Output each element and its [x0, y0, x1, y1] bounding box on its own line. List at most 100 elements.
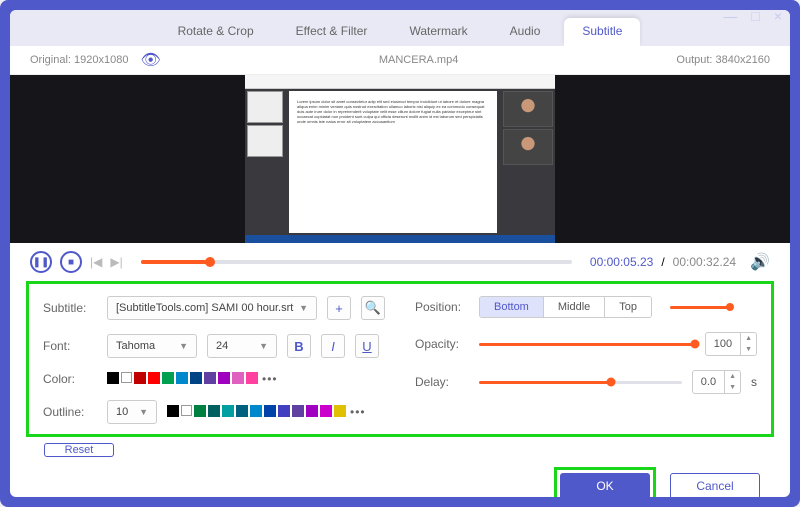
info-bar: Original: 1920x1080 👁 MANCERA.mp4 Output… [10, 46, 790, 75]
chevron-down-icon: ▼ [139, 407, 148, 417]
chevron-down-icon: ▼ [259, 341, 268, 351]
stepper-down-icon[interactable]: ▼ [741, 344, 756, 355]
color-swatch[interactable] [306, 405, 318, 417]
subtitle-label: Subtitle: [43, 301, 97, 315]
color-swatch[interactable] [148, 372, 160, 384]
subtitle-settings-panel: Subtitle: [SubtitleTools.com] SAMI 00 ho… [26, 281, 774, 437]
color-swatch[interactable] [236, 405, 248, 417]
tab-subtitle[interactable]: Subtitle [564, 18, 640, 46]
subtitle-file-dropdown[interactable]: [SubtitleTools.com] SAMI 00 hour.srt▼ [107, 296, 317, 320]
font-name-dropdown[interactable]: Tahoma ▼ [107, 334, 197, 358]
timeline-slider[interactable] [141, 260, 572, 264]
next-frame-button[interactable]: ▶| [110, 255, 122, 269]
filename-label: MANCERA.mp4 [161, 54, 677, 66]
color-swatch[interactable] [218, 372, 230, 384]
color-swatch[interactable] [264, 405, 276, 417]
delay-label: Delay: [415, 375, 469, 389]
font-name-value: Tahoma [116, 340, 155, 352]
output-label: Output: [676, 54, 712, 66]
tab-watermark[interactable]: Watermark [391, 18, 485, 46]
original-label: Original: [30, 54, 71, 66]
dialog-content: Rotate & Crop Effect & Filter Watermark … [10, 10, 790, 497]
chevron-down-icon: ▼ [179, 341, 188, 351]
bold-button[interactable]: B [287, 334, 311, 358]
color-swatch[interactable] [320, 405, 332, 417]
delay-value: 0.0 [693, 376, 724, 388]
color-swatches: ••• [107, 372, 278, 386]
color-swatch[interactable] [278, 405, 290, 417]
outline-size-dropdown[interactable]: 10 ▼ [107, 400, 157, 424]
color-swatch[interactable] [204, 372, 216, 384]
position-bottom[interactable]: Bottom [480, 297, 544, 317]
maximize-icon[interactable]: □ [751, 8, 759, 24]
add-subtitle-button[interactable]: + [327, 296, 351, 320]
color-swatch[interactable] [134, 372, 146, 384]
color-swatch[interactable] [232, 372, 244, 384]
color-swatch[interactable] [162, 372, 174, 384]
color-swatch[interactable] [334, 405, 346, 417]
font-size-value: 24 [216, 340, 228, 352]
search-subtitle-button[interactable]: 🔍 [361, 296, 385, 320]
font-label: Font: [43, 339, 97, 353]
stepper-down-icon[interactable]: ▼ [725, 382, 740, 393]
time-separator: / [661, 255, 664, 269]
font-size-dropdown[interactable]: 24 ▼ [207, 334, 277, 358]
color-label: Color: [43, 372, 97, 386]
tab-audio[interactable]: Audio [492, 18, 559, 46]
color-swatch[interactable] [292, 405, 304, 417]
position-middle[interactable]: Middle [544, 297, 605, 317]
color-swatch[interactable] [181, 405, 192, 416]
position-segmented: Bottom Middle Top [479, 296, 652, 318]
outline-label: Outline: [43, 405, 97, 419]
opacity-label: Opacity: [415, 337, 469, 351]
italic-button[interactable]: I [321, 334, 345, 358]
reset-button[interactable]: Reset [44, 443, 114, 457]
stepper-up-icon[interactable]: ▲ [725, 371, 740, 382]
playback-controls: ❚❚ ■ |◀ ▶| 00:00:05.23 / 00:00:32.24 🔊 [10, 243, 790, 281]
delay-unit: s [751, 375, 757, 389]
more-colors-button[interactable]: ••• [262, 372, 278, 386]
color-swatch[interactable] [121, 372, 132, 383]
preview-frame: Lorem ipsum dolor sit amet consectetur a… [245, 75, 555, 243]
pause-button[interactable]: ❚❚ [30, 251, 52, 273]
color-swatch[interactable] [194, 405, 206, 417]
preview-toggle-icon[interactable]: 👁 [140, 50, 160, 70]
color-swatch[interactable] [222, 405, 234, 417]
prev-frame-button[interactable]: |◀ [90, 255, 102, 269]
outline-color-swatches: ••• [167, 405, 366, 419]
color-swatch[interactable] [107, 372, 119, 384]
current-time: 00:00:05.23 [590, 255, 653, 269]
close-icon[interactable]: × [774, 8, 782, 24]
delay-slider[interactable] [479, 381, 682, 384]
color-swatch[interactable] [246, 372, 258, 384]
stop-button[interactable]: ■ [60, 251, 82, 273]
color-swatch[interactable] [250, 405, 262, 417]
position-label: Position: [415, 300, 469, 314]
tab-effect-filter[interactable]: Effect & Filter [278, 18, 386, 46]
outline-size-value: 10 [116, 406, 128, 418]
chevron-down-icon: ▼ [299, 303, 308, 313]
ok-button[interactable]: OK [560, 473, 650, 497]
opacity-input[interactable]: 100 ▲▼ [705, 332, 757, 356]
stepper-up-icon[interactable]: ▲ [741, 333, 756, 344]
color-swatch[interactable] [176, 372, 188, 384]
minimize-icon[interactable]: — [723, 8, 737, 24]
color-swatch[interactable] [167, 405, 179, 417]
duration-time: 00:00:32.24 [673, 255, 736, 269]
original-resolution: 1920x1080 [74, 54, 128, 66]
cancel-button[interactable]: Cancel [670, 473, 760, 497]
search-icon: 🔍 [365, 300, 381, 316]
video-preview: Lorem ipsum dolor sit amet consectetur a… [10, 75, 790, 243]
color-swatch[interactable] [208, 405, 220, 417]
more-outline-colors-button[interactable]: ••• [350, 405, 366, 419]
color-swatch[interactable] [190, 372, 202, 384]
underline-button[interactable]: U [355, 334, 379, 358]
output-resolution: 3840x2160 [716, 54, 770, 66]
opacity-slider[interactable] [479, 343, 695, 346]
position-top[interactable]: Top [605, 297, 651, 317]
position-offset-slider[interactable] [670, 306, 730, 309]
volume-icon[interactable]: 🔊 [750, 252, 770, 272]
delay-input[interactable]: 0.0 ▲▼ [692, 370, 741, 394]
tab-rotate-crop[interactable]: Rotate & Crop [160, 18, 272, 46]
dialog-footer: OK Cancel [10, 457, 790, 497]
